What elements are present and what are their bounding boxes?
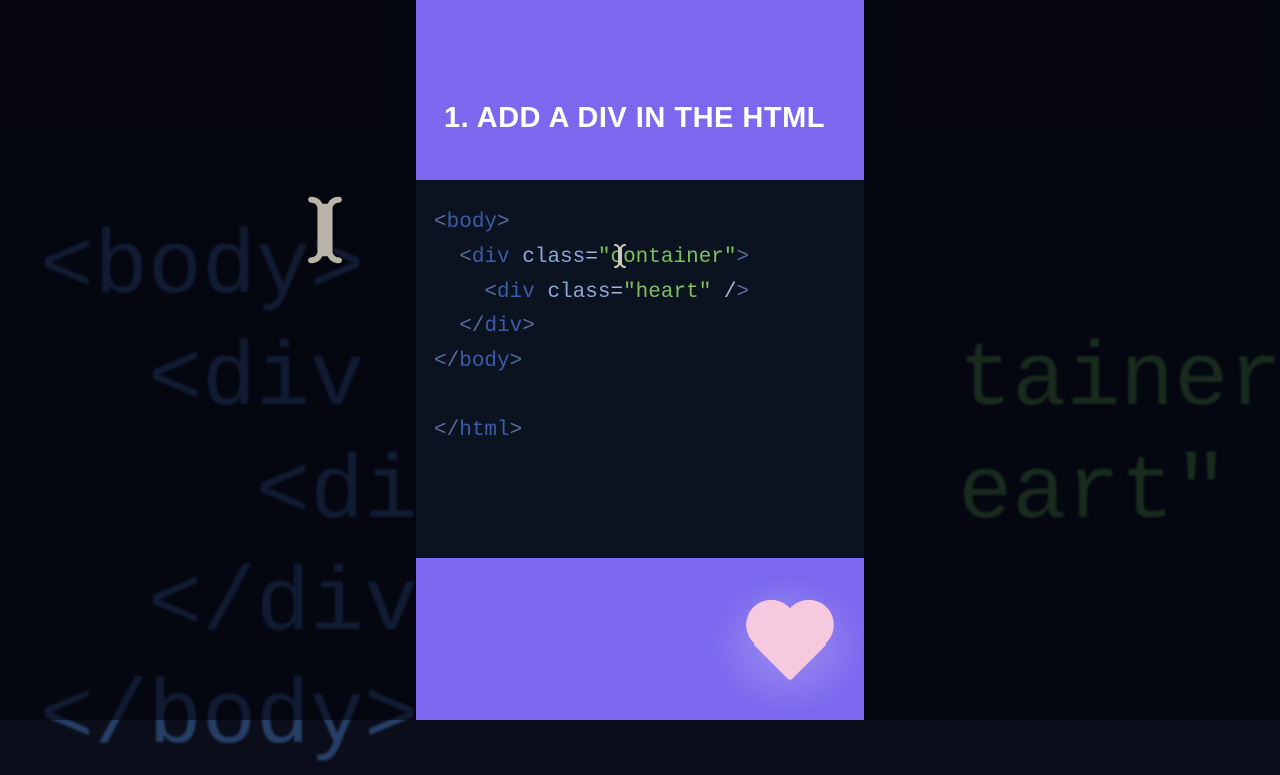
- heart-badge: [704, 570, 874, 720]
- slide-title: 1. ADD A DIV IN THE HTML: [416, 0, 864, 160]
- code-editor[interactable]: <body> <div class="container"> <div clas…: [416, 180, 864, 558]
- tutorial-slide: 1. ADD A DIV IN THE HTML <body> <div cla…: [416, 0, 864, 720]
- text-cursor-icon: [536, 208, 552, 234]
- heart-icon: [741, 602, 837, 688]
